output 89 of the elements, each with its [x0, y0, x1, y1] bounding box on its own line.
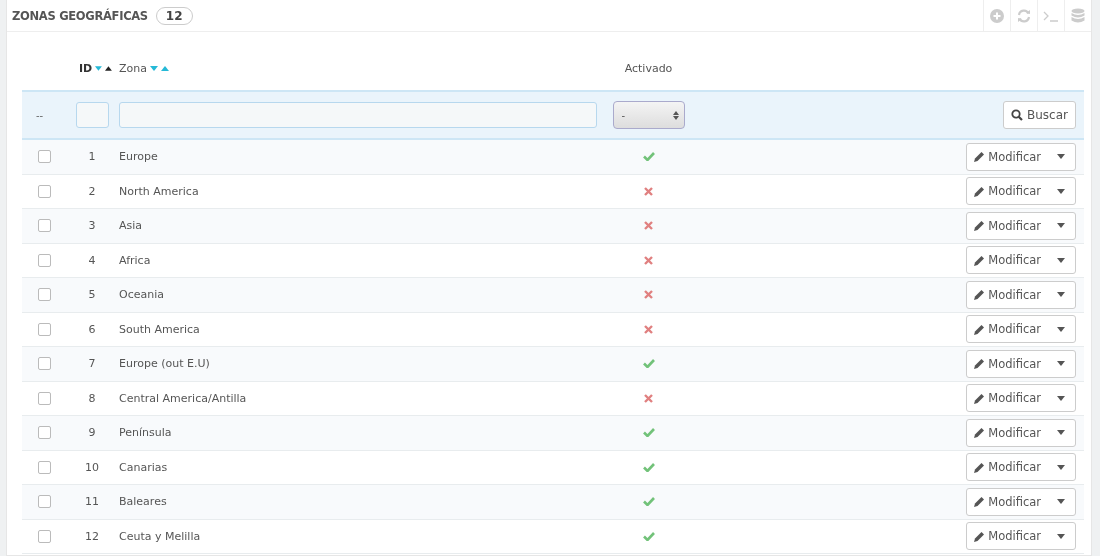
pencil-icon [974, 496, 986, 508]
pencil-icon [974, 358, 986, 370]
row-checkbox[interactable] [38, 460, 51, 474]
row-checkbox[interactable] [38, 322, 51, 336]
bulk-action-label: -- [35, 109, 45, 121]
pencil-icon [974, 289, 986, 301]
table-cell-text: 10 [84, 460, 100, 474]
search-icon [1011, 109, 1023, 121]
pencil-icon [974, 220, 986, 232]
table-cell-text: Central America/Antilla [118, 391, 248, 405]
row-checkbox[interactable] [38, 426, 51, 440]
row-checkbox[interactable] [38, 529, 51, 543]
caret-icon[interactable] [1057, 499, 1065, 505]
table-cell-text: Oceania [118, 288, 165, 302]
table-cell-text: 5 [87, 288, 97, 302]
column-header: Activado [624, 61, 673, 75]
table-cell-text: 6 [87, 322, 97, 336]
panel-title: ZONAS GEOGRÁFICAS [12, 8, 148, 23]
row-checkbox[interactable] [38, 357, 51, 371]
table-cell-text: 4 [87, 253, 97, 267]
edit-button[interactable]: Modificar [966, 487, 1076, 516]
sort-up-icon[interactable] [105, 65, 112, 71]
caret-icon[interactable] [1057, 533, 1065, 539]
edit-button[interactable]: Modificar [966, 384, 1076, 413]
edit-button[interactable]: Modificar [966, 522, 1076, 551]
caret-icon[interactable] [1057, 292, 1065, 298]
table-cell-text: Europe (out E.U) [118, 357, 211, 371]
edit-button[interactable]: Modificar [966, 418, 1076, 447]
edit-button[interactable]: Modificar [966, 349, 1076, 378]
pencil-icon [974, 323, 986, 335]
table-cell-text: Africa [118, 253, 152, 267]
table-cell-text: South America [118, 322, 201, 336]
pencil-icon [974, 254, 986, 266]
edit-button[interactable]: Modificar [966, 315, 1076, 344]
table-cell-text: 1 [87, 150, 97, 164]
pencil-icon [974, 461, 986, 473]
row-checkbox[interactable] [38, 391, 51, 405]
caret-icon[interactable] [1057, 430, 1065, 436]
caret-icon[interactable] [1057, 188, 1065, 194]
table-cell-text: 8 [87, 391, 97, 405]
row-checkbox[interactable] [38, 219, 51, 233]
caret-icon[interactable] [1057, 361, 1065, 367]
row-checkbox[interactable] [38, 288, 51, 302]
id-filter-field[interactable] [75, 102, 109, 128]
pencil-icon [974, 530, 986, 542]
caret-icon[interactable] [1057, 464, 1065, 470]
edit-button[interactable]: Modificar [966, 211, 1076, 240]
caret-icon[interactable] [1057, 257, 1065, 263]
column-header: Zona [119, 61, 147, 75]
edit-button[interactable]: Modificar [966, 177, 1076, 206]
sort-down-icon[interactable] [150, 65, 158, 71]
pencil-icon [974, 427, 986, 439]
table-cell-text: Canarias [118, 460, 169, 474]
table-cell-text: 9 [87, 426, 97, 440]
zone-filter-field[interactable] [119, 102, 597, 128]
table-cell-text: 12 [84, 529, 100, 543]
edit-button[interactable]: Modificar [966, 142, 1076, 171]
pencil-icon [974, 392, 986, 404]
refresh-icon[interactable] [1017, 8, 1031, 23]
table-cell-text: 3 [87, 219, 97, 233]
edit-button[interactable]: Modificar [966, 280, 1076, 309]
caret-icon[interactable] [1057, 395, 1065, 401]
terminal-icon[interactable] [1043, 9, 1059, 22]
status-filter-select[interactable]: - [612, 101, 685, 129]
table-cell-text: 11 [84, 495, 100, 509]
caret-icon[interactable] [1057, 154, 1065, 160]
row-checkbox[interactable] [38, 184, 51, 198]
table-cell-text: Península [118, 426, 173, 440]
table-cell-text: Baleares [118, 495, 168, 509]
edit-button[interactable]: Modificar [966, 453, 1076, 482]
table-cell-text: North America [118, 184, 200, 198]
table-cell-text: Asia [118, 219, 144, 233]
updown-icon [672, 110, 679, 120]
row-checkbox[interactable] [38, 495, 51, 509]
table-cell-text: 7 [87, 357, 97, 371]
search-button[interactable]: Buscar [1003, 101, 1076, 129]
row-checkbox[interactable] [38, 150, 51, 164]
pencil-icon [974, 151, 986, 163]
edit-button[interactable]: Modificar [966, 246, 1076, 275]
caret-icon[interactable] [1057, 326, 1065, 332]
caret-icon[interactable] [1057, 223, 1065, 229]
row-checkbox[interactable] [38, 253, 51, 267]
table-cell-text: Ceuta y Melilla [118, 529, 202, 543]
database-icon[interactable] [1071, 7, 1085, 24]
column-header: ID [79, 61, 93, 75]
pencil-icon [974, 185, 986, 197]
table-cell-text: 2 [87, 184, 97, 198]
add-icon[interactable] [990, 8, 1004, 23]
table-cell-text: Europe [118, 150, 159, 164]
